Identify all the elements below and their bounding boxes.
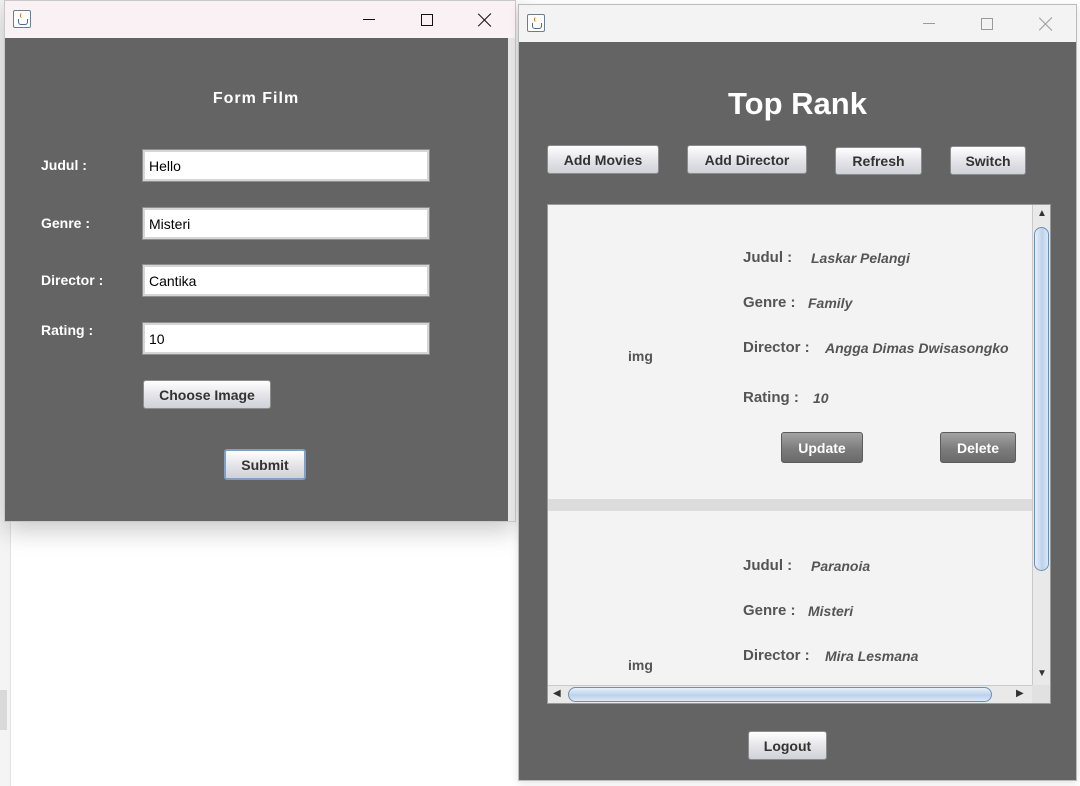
close-icon <box>478 13 492 27</box>
judul-key: Judul : <box>743 249 793 266</box>
form-window-titlebar <box>5 1 515 38</box>
genre-key: Genre : <box>743 602 796 619</box>
delete-button[interactable]: Delete <box>940 432 1016 463</box>
scroll-up-icon[interactable]: ▲ <box>1037 209 1047 219</box>
rating-key: Rating : <box>743 389 799 406</box>
movie-image: img <box>628 348 653 364</box>
submit-button[interactable]: Submit <box>224 449 306 480</box>
horizontal-scrollbar[interactable]: ◀ ▶ <box>548 685 1032 703</box>
judul-value: Laskar Pelangi <box>811 250 910 266</box>
genre-input[interactable] <box>142 207 430 240</box>
refresh-button[interactable]: Refresh <box>835 147 922 175</box>
card-separator <box>548 499 1032 511</box>
director-label: Director : <box>41 272 104 288</box>
update-button[interactable]: Update <box>781 432 863 463</box>
scroll-down-icon[interactable]: ▼ <box>1037 669 1047 679</box>
main-window-titlebar <box>519 5 1076 42</box>
form-panel: Form Film Judul : Genre : Director : Rat… <box>5 38 515 521</box>
logout-button[interactable]: Logout <box>748 731 827 760</box>
rating-input[interactable] <box>142 322 430 355</box>
java-icon <box>527 14 545 32</box>
rating-label: Rating : <box>41 322 94 338</box>
genre-value: Misteri <box>808 603 854 619</box>
add-movies-button[interactable]: Add Movies <box>547 145 659 174</box>
judul-label: Judul : <box>41 157 87 173</box>
choose-image-button[interactable]: Choose Image <box>143 380 271 409</box>
desktop-block <box>0 690 7 730</box>
movie-card: img Judul : Paranoia Genre : Misteri Dir… <box>548 511 1032 685</box>
maximize-icon <box>421 13 433 26</box>
minimize-icon <box>363 19 375 20</box>
vertical-scroll-thumb[interactable] <box>1034 227 1049 571</box>
vertical-scrollbar[interactable]: ▲ ▼ <box>1032 205 1050 685</box>
switch-button[interactable]: Switch <box>950 146 1026 175</box>
maximize-button[interactable] <box>398 1 456 38</box>
judul-key: Judul : <box>743 557 793 574</box>
scroll-left-icon[interactable]: ◀ <box>553 689 561 699</box>
director-value: Angga Dimas Dwisasongko <box>825 340 1009 356</box>
genre-label: Genre : <box>41 215 91 231</box>
minimize-icon <box>923 23 935 24</box>
movie-image: img <box>628 657 653 673</box>
page-title: Top Rank <box>728 86 867 121</box>
java-icon <box>13 10 31 28</box>
director-key: Director : <box>743 339 810 356</box>
judul-value: Paranoia <box>811 558 871 574</box>
form-film-window: Form Film Judul : Genre : Director : Rat… <box>4 0 516 522</box>
scroll-right-icon[interactable]: ▶ <box>1016 689 1024 699</box>
top-rank-window: Top Rank Add Movies Add Director Refresh… <box>518 4 1077 781</box>
maximize-button[interactable] <box>958 5 1016 42</box>
add-director-button[interactable]: Add Director <box>687 145 807 174</box>
movie-card: img Judul : Laskar Pelangi Genre : Famil… <box>548 205 1032 499</box>
movie-list: img Judul : Laskar Pelangi Genre : Famil… <box>548 205 1032 685</box>
director-key: Director : <box>743 647 810 664</box>
close-icon <box>1039 17 1053 31</box>
close-button[interactable] <box>456 1 514 38</box>
director-input[interactable] <box>142 264 430 297</box>
maximize-icon <box>981 17 993 30</box>
minimize-button[interactable] <box>340 1 398 38</box>
close-button[interactable] <box>1017 5 1075 42</box>
minimize-button[interactable] <box>900 5 958 42</box>
main-panel: Top Rank Add Movies Add Director Refresh… <box>519 42 1076 780</box>
scrollbar-corner <box>1032 685 1050 703</box>
genre-value: Family <box>808 295 853 311</box>
form-title: Form Film <box>212 90 300 107</box>
genre-key: Genre : <box>743 294 796 311</box>
judul-input[interactable] <box>142 149 430 182</box>
rating-value: 10 <box>813 390 829 406</box>
director-value: Mira Lesmana <box>825 648 919 664</box>
window-border-strip <box>508 38 515 521</box>
movie-scroll-pane[interactable]: img Judul : Laskar Pelangi Genre : Famil… <box>547 204 1051 704</box>
horizontal-scroll-thumb[interactable] <box>568 687 992 702</box>
